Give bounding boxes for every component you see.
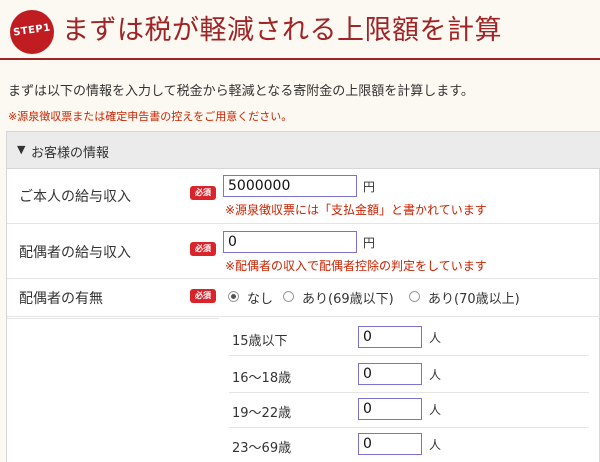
page-title: まずは税が軽減される上限額を計算	[62, 15, 502, 46]
dependents-19-22-input[interactable]	[358, 398, 422, 420]
section-header[interactable]: ▼ お客様の情報	[7, 132, 600, 169]
salary-self-hint: ※源泉徴収票には「支払金額」と書かれています	[225, 203, 487, 217]
customer-info-section: ▼ お客様の情報 ご本人の給与収入 必須 円 ※源泉徴収票には「支払金額」と書か…	[6, 131, 600, 462]
row-salary-self: ご本人の給与収入 必須 円 ※源泉徴収票には「支払金額」と書かれています	[7, 169, 600, 224]
radio-spouse-none[interactable]	[228, 291, 239, 302]
yen-unit: 円	[363, 236, 376, 250]
age-row-divider	[229, 392, 589, 393]
person-unit: 人	[429, 368, 442, 382]
row-spouse-exists: 配偶者の有無 必須 なし あり(69歳以下) あり(70歳以上)	[7, 279, 600, 317]
title-divider	[0, 58, 600, 60]
left-column-divider	[7, 318, 219, 319]
radio-spouse-70plus-label[interactable]: あり(70歳以上)	[428, 288, 520, 307]
section-title: お客様の情報	[31, 146, 110, 161]
radio-spouse-under70-label[interactable]: あり(69歳以下)	[302, 288, 394, 307]
salary-self-label: ご本人の給与収入	[19, 189, 131, 205]
spouse-exists-label: 配偶者の有無	[19, 291, 103, 307]
row-salary-spouse: 配偶者の給与収入 必須 円 ※配偶者の収入で配偶者控除の判定をしています	[7, 224, 600, 279]
dependents-16-18-input[interactable]	[358, 363, 422, 385]
dependent-age-label: 23〜69歳	[232, 441, 292, 456]
page-header: STEP1 まずは税が軽減される上限額を計算	[0, 0, 600, 62]
salary-spouse-label: 配偶者の給与収入	[19, 245, 131, 261]
radio-spouse-under70[interactable]	[283, 291, 294, 302]
radio-spouse-none-label[interactable]: なし	[247, 288, 273, 307]
step-badge: STEP1	[10, 10, 54, 54]
dependent-age-label: 15歳以下	[232, 334, 288, 349]
person-unit: 人	[429, 331, 442, 345]
dependents-23-69-input[interactable]	[358, 433, 422, 455]
salary-spouse-input[interactable]	[223, 231, 357, 253]
preparation-note: ※源泉徴収票または確定申告書の控えをご用意ください。	[8, 110, 293, 123]
age-row-divider	[229, 355, 589, 356]
required-badge: 必須	[190, 186, 216, 200]
salary-self-input[interactable]	[223, 175, 357, 197]
step-badge-label: STEP1	[12, 22, 52, 39]
required-badge: 必須	[190, 242, 216, 256]
radio-spouse-70plus[interactable]	[409, 291, 420, 302]
age-row-divider	[229, 427, 589, 428]
dependents-under15-input[interactable]	[358, 326, 422, 348]
yen-unit: 円	[363, 180, 376, 194]
person-unit: 人	[429, 403, 442, 417]
required-badge: 必須	[190, 289, 216, 303]
person-unit: 人	[429, 438, 442, 452]
dependent-age-label: 19〜22歳	[232, 406, 292, 421]
dependent-age-label: 16〜18歳	[232, 371, 292, 386]
salary-spouse-hint: ※配偶者の収入で配偶者控除の判定をしています	[225, 259, 487, 273]
collapse-triangle-icon[interactable]: ▼	[17, 143, 25, 156]
intro-text: まずは以下の情報を入力して税金から軽減となる寄附金の上限額を計算します。	[8, 84, 474, 99]
